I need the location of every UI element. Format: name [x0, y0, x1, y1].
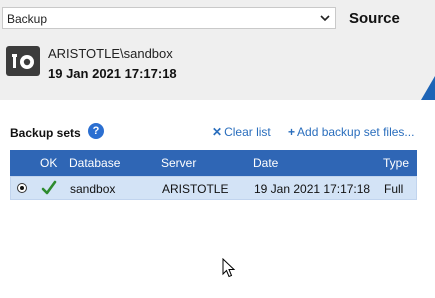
column-header-ok[interactable]: OK: [40, 156, 57, 170]
row-select-radio[interactable]: [17, 183, 27, 193]
backup-timestamp: 19 Jan 2021 17:17:18: [48, 66, 177, 81]
column-header-type[interactable]: Type: [383, 156, 409, 170]
clear-list-label: Clear list: [224, 125, 271, 139]
row-date: 19 Jan 2021 17:17:18: [254, 182, 371, 196]
column-header-date[interactable]: Date: [253, 156, 278, 170]
column-header-database[interactable]: Database: [69, 156, 120, 170]
backup-sets-label: Backup sets: [10, 126, 81, 140]
source-type-value: Backup: [7, 12, 48, 26]
add-backup-set-label: Add backup set files...: [297, 125, 415, 139]
row-type: Full: [384, 182, 404, 196]
server-name: ARISTOTLE\sandbox: [48, 46, 173, 61]
database-server-icon: [6, 46, 40, 76]
source-title: Source: [349, 10, 400, 27]
x-icon: ✕: [212, 125, 223, 139]
corner-accent: [421, 76, 435, 100]
source-panel: Backup Source ARISTOTLE\sandbox 19 Jan 2…: [0, 0, 435, 100]
table-row[interactable]: sandbox ARISTOTLE 19 Jan 2021 17:17:18 F…: [10, 176, 417, 200]
chevron-down-icon: [320, 15, 330, 22]
source-type-select[interactable]: Backup: [2, 7, 336, 29]
row-server: ARISTOTLE: [162, 182, 229, 196]
add-backup-set-link[interactable]: + Add backup set files...: [288, 125, 414, 139]
check-icon: [41, 180, 57, 195]
clear-list-link[interactable]: ✕ Clear list: [212, 125, 271, 139]
help-icon[interactable]: ?: [88, 123, 104, 139]
mouse-cursor-icon: [222, 258, 236, 278]
grid-header: OK Database Server Date Type: [10, 150, 417, 176]
plus-icon: +: [288, 125, 296, 139]
column-header-server[interactable]: Server: [161, 156, 196, 170]
row-database: sandbox: [70, 182, 116, 196]
backup-sets-grid: OK Database Server Date Type sandbox ARI…: [10, 150, 417, 200]
